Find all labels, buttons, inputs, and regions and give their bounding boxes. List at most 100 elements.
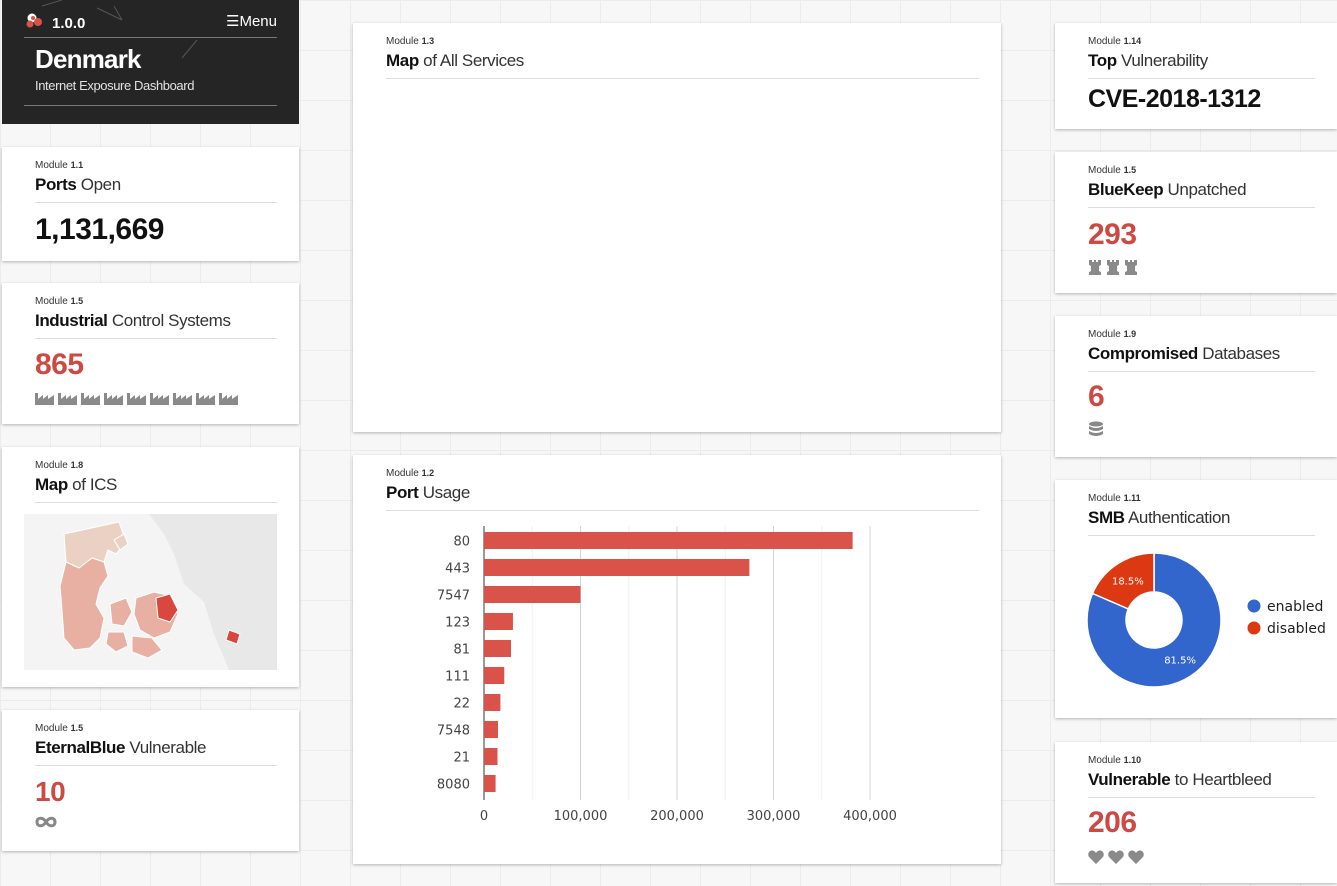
- module-label: Module 1.2: [386, 468, 435, 479]
- ics-value: 865: [35, 348, 84, 381]
- factory-icon: [104, 393, 123, 405]
- bar-port-81[interactable]: [484, 640, 512, 657]
- compromised-db-card: Module 1.9 Compromised Databases 6: [1055, 316, 1337, 457]
- module-label: Module 1.8: [35, 460, 84, 471]
- heart-icon: [1108, 850, 1124, 864]
- bar-port-7548[interactable]: [484, 721, 498, 738]
- legend-label-disabled: disabled: [1267, 621, 1326, 637]
- donut-slice-label: 81.5%: [1164, 656, 1196, 667]
- legend-swatch: [1247, 621, 1261, 635]
- x-tick-label: 200,000: [650, 809, 704, 824]
- top-vulnerability-card: Module 1.14 Top Vulnerability CVE-2018-1…: [1055, 23, 1337, 129]
- module-label: Module 1.11: [1088, 493, 1141, 504]
- legend-label-enabled: enabled: [1267, 599, 1323, 615]
- card-title: Ports Open: [35, 175, 277, 203]
- bar-port-443[interactable]: [484, 559, 750, 576]
- card-title: EternalBlue Vulnerable: [35, 738, 277, 766]
- smb-card: Module 1.11 SMB Authentication 81.5% 18.5…: [1055, 480, 1337, 718]
- ports-open-value: 1,131,669: [35, 213, 164, 246]
- country-title: Denmark: [35, 44, 141, 74]
- eternalblue-value: 10: [35, 776, 66, 807]
- bar-port-21[interactable]: [484, 748, 498, 765]
- bar-port-7547[interactable]: [484, 586, 581, 603]
- ics-map[interactable]: [24, 514, 277, 670]
- y-tick-label: 123: [445, 616, 470, 631]
- x-tick-label: 300,000: [747, 809, 801, 824]
- dashboard-header: 1.0.0 ☰Menu Denmark Internet Exposure Da…: [2, 0, 299, 124]
- card-title: Map of All Services: [386, 51, 979, 79]
- bluekeep-value: 293: [1088, 218, 1137, 251]
- card-title: Industrial Control Systems: [35, 311, 277, 339]
- factory-icon: [173, 393, 192, 405]
- dashboard-subtitle: Internet Exposure Dashboard: [35, 78, 195, 93]
- factory-icon: [58, 393, 77, 405]
- y-tick-label: 7548: [437, 724, 470, 739]
- module-label: Module 1.3: [386, 36, 435, 47]
- database-icon: [1089, 421, 1103, 436]
- heart-icon-row: [1088, 850, 1144, 864]
- bar-port-80[interactable]: [484, 532, 853, 549]
- card-title: Top Vulnerability: [1088, 51, 1315, 79]
- rook-icon-row: [1088, 260, 1138, 275]
- module-label: Module 1.5: [35, 723, 84, 734]
- card-title: BlueKeep Unpatched: [1088, 180, 1315, 208]
- factory-icon: [35, 393, 54, 405]
- module-label: Module 1.14: [1088, 36, 1142, 47]
- module-label: Module 1.5: [1088, 165, 1137, 176]
- y-tick-label: 443: [445, 562, 470, 577]
- bar-port-22[interactable]: [484, 694, 501, 711]
- factory-icon: [219, 393, 238, 405]
- header-divider: [24, 105, 277, 106]
- card-title: Port Usage: [386, 483, 979, 511]
- x-tick-label: 100,000: [554, 809, 608, 824]
- y-tick-label: 111: [445, 670, 470, 685]
- infinity-icon: [35, 816, 57, 828]
- card-title: Vulnerable to Heartbleed: [1088, 770, 1315, 798]
- factory-icon: [127, 393, 146, 405]
- y-tick-label: 21: [453, 751, 470, 766]
- y-tick-label: 80: [453, 535, 470, 550]
- heart-icon: [1128, 850, 1144, 864]
- map-services-card: Module 1.3 Map of All Services: [353, 23, 1001, 432]
- bar-port-8080[interactable]: [484, 775, 496, 792]
- port-usage-card: Module 1.2 Port Usage 0 100,000 200,000 300…: [353, 455, 1001, 864]
- ics-card: Module 1.5 Industrial Control Systems 86…: [2, 283, 299, 424]
- map-ics-card: Module 1.8 Map of ICS: [2, 447, 299, 687]
- x-tick-label: 400,000: [843, 809, 897, 824]
- y-tick-label: 22: [453, 697, 470, 712]
- module-label: Module 1.1: [35, 160, 84, 171]
- y-tick-label: 8080: [437, 778, 470, 793]
- card-title: SMB Authentication: [1088, 508, 1315, 536]
- factory-icon: [81, 393, 100, 405]
- menu-label: Menu: [239, 13, 277, 30]
- services-map-area[interactable]: [375, 83, 979, 417]
- ports-open-card: Module 1.1 Ports Open 1,131,669: [2, 147, 299, 261]
- menu-button[interactable]: ☰Menu: [226, 12, 277, 30]
- heart-icon: [1088, 850, 1104, 864]
- header-divider: [24, 37, 277, 38]
- top-vulnerability-value: CVE-2018-1312: [1088, 85, 1261, 113]
- heartbleed-card: Module 1.10 Vulnerable to Heartbleed 206: [1055, 742, 1337, 883]
- bar-port-123[interactable]: [484, 613, 513, 630]
- factory-icon: [150, 393, 169, 405]
- x-tick-label: 0: [480, 809, 488, 824]
- database-icon-row: [1088, 421, 1104, 439]
- donut-slice-label: 18.5%: [1112, 576, 1144, 587]
- port-usage-bar-chart: 0 100,000 200,000 300,000 400,000 80 443 7547 12…: [437, 526, 897, 824]
- bluekeep-card: Module 1.5 BlueKeep Unpatched 293: [1055, 152, 1337, 293]
- module-label: Module 1.10: [1088, 755, 1142, 766]
- factory-icon: [196, 393, 215, 405]
- module-label: Module 1.5: [35, 296, 84, 307]
- module-label: Module 1.9: [1088, 329, 1137, 340]
- hamburger-icon: ☰: [226, 13, 240, 30]
- smb-donut-chart: 81.5% 18.5% enabled disabled: [1086, 552, 1326, 688]
- eternalblue-card: Module 1.5 EternalBlue Vulnerable 10: [2, 710, 299, 851]
- bar-port-111[interactable]: [484, 667, 505, 684]
- compromised-db-value: 6: [1088, 380, 1105, 413]
- rook-icon: [1089, 260, 1101, 275]
- infinity-icon-row: [35, 816, 57, 828]
- logo-icon: [26, 13, 42, 28]
- heartbleed-value: 206: [1088, 806, 1137, 839]
- y-tick-label: 81: [453, 643, 470, 658]
- legend-swatch: [1247, 599, 1261, 613]
